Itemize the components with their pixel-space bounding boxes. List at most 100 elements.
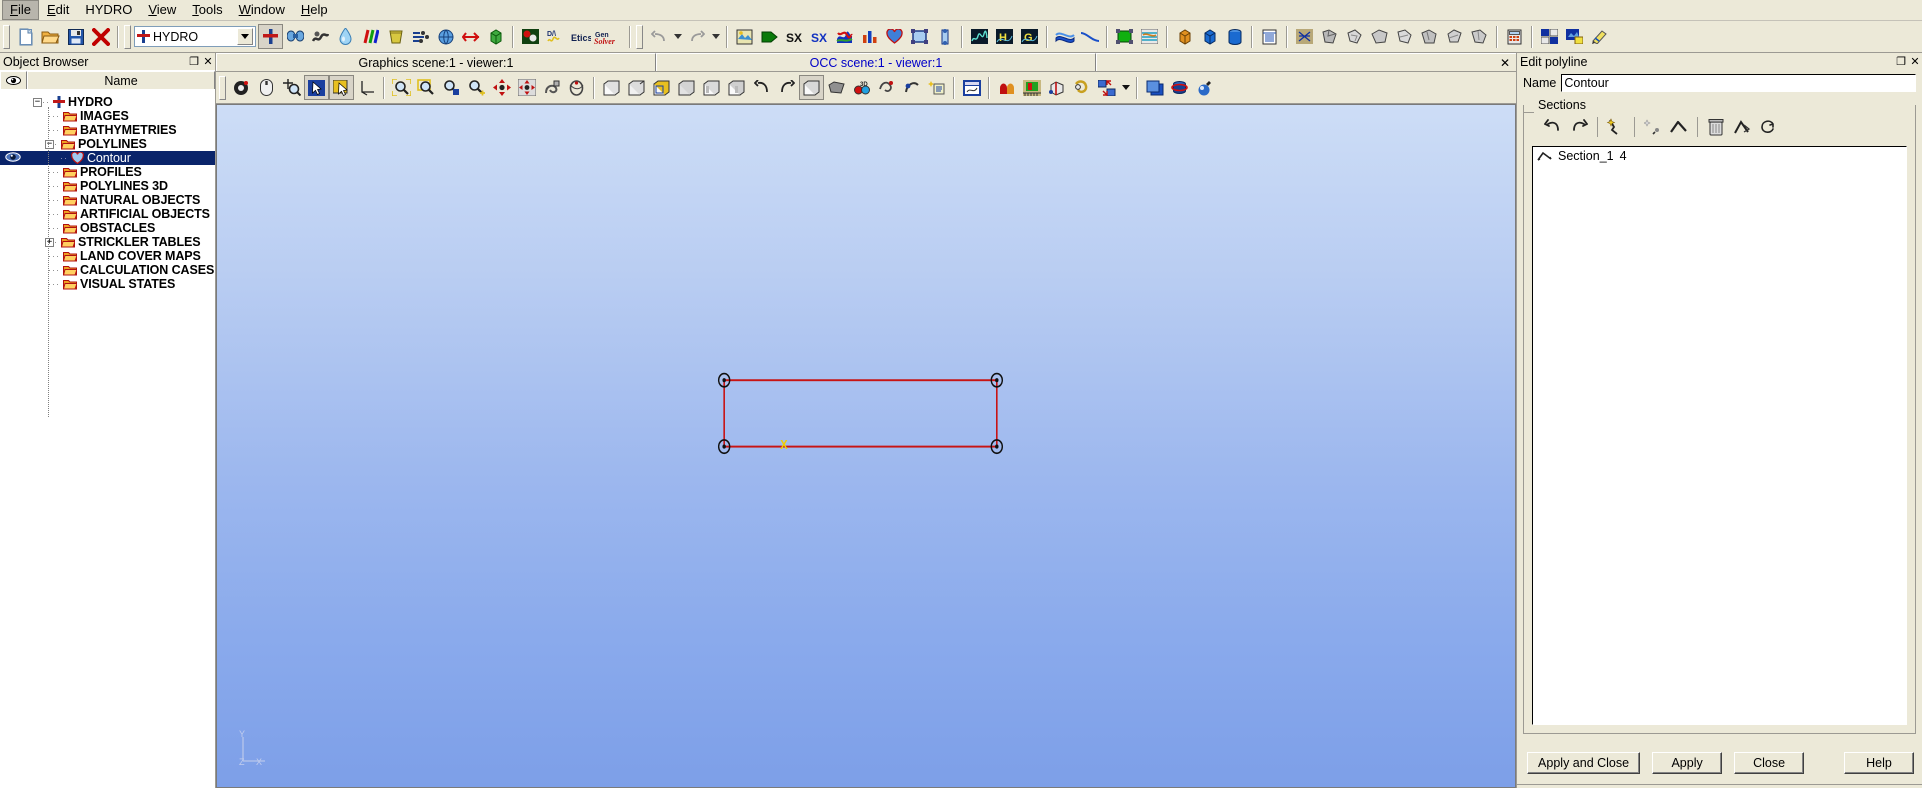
- fit-all-button[interactable]: [389, 75, 414, 100]
- close-icon[interactable]: ✕: [1908, 55, 1922, 69]
- tree-item-obstacles[interactable]: ··· OBSTACLES: [0, 221, 215, 235]
- import-image-button[interactable]: [283, 24, 308, 49]
- shape-2-button[interactable]: [1342, 24, 1367, 49]
- close-view-icon[interactable]: ✕: [1500, 56, 1510, 70]
- import-dam-button[interactable]: D/\: [543, 24, 568, 49]
- rotation-axis-button[interactable]: [1069, 75, 1094, 100]
- interpolate-g-button[interactable]: G: [1017, 24, 1042, 49]
- sections-list[interactable]: Section_1 4: [1532, 146, 1907, 725]
- interpolate-h-button[interactable]: H: [992, 24, 1017, 49]
- pan-button[interactable]: [489, 75, 514, 100]
- occ-viewport[interactable]: X Y Z X: [216, 104, 1516, 788]
- profile-button[interactable]: [932, 24, 957, 49]
- menu-file[interactable]: File: [2, 0, 39, 20]
- back-view-button[interactable]: [624, 75, 649, 100]
- orientation-button[interactable]: [1167, 75, 1192, 100]
- shape-4-button[interactable]: [1392, 24, 1417, 49]
- green-rect-button[interactable]: [1112, 24, 1137, 49]
- redo-section-button[interactable]: [1566, 115, 1592, 139]
- fit-target-button[interactable]: [279, 75, 304, 100]
- expander-hydro[interactable]: −: [33, 98, 42, 107]
- create-rectangle-button[interactable]: [907, 24, 932, 49]
- strickler-table-button[interactable]: [857, 24, 882, 49]
- tree-item-polylines-3d[interactable]: ··· POLYLINES 3D: [0, 179, 215, 193]
- expander-polylines[interactable]: −: [45, 140, 54, 149]
- fit-area-button[interactable]: [414, 75, 439, 100]
- edit-toolbar-grip[interactable]: [636, 25, 643, 49]
- menu-hydro[interactable]: HYDRO: [77, 0, 140, 20]
- right-view-button[interactable]: [724, 75, 749, 100]
- dump-view-button[interactable]: [229, 75, 254, 100]
- tree-item-strickler-tables[interactable]: + · STRICKLER TABLES: [0, 235, 215, 249]
- toolbar-grip[interactable]: [3, 25, 10, 49]
- export-sx-button[interactable]: SX: [782, 24, 807, 49]
- tree-item-land-cover-maps[interactable]: ··· LAND COVER MAPS: [0, 249, 215, 263]
- tree-item-bathymetries[interactable]: ··· BATHYMETRIES: [0, 123, 215, 137]
- tree-item-artificial-objects[interactable]: ··· ARTIFICIAL OBJECTS: [0, 207, 215, 221]
- rotation-point-button[interactable]: [539, 75, 564, 100]
- zoom-plus-button[interactable]: [464, 75, 489, 100]
- shading-button[interactable]: [824, 75, 849, 100]
- remove-section-button[interactable]: [1703, 115, 1729, 139]
- tree-item-contour[interactable]: ·· Contour: [0, 151, 215, 165]
- recording-button[interactable]: [1142, 75, 1167, 100]
- export-green-button[interactable]: [757, 24, 782, 49]
- stereo-button[interactable]: 3D: [849, 75, 874, 100]
- style-button[interactable]: [899, 75, 924, 100]
- help-button[interactable]: Help: [1844, 752, 1914, 774]
- graduated-axes-button[interactable]: [959, 75, 984, 100]
- save-document-button[interactable]: [63, 24, 88, 49]
- menu-tools[interactable]: Tools: [184, 0, 230, 20]
- polyline-heart-button[interactable]: [882, 24, 907, 49]
- create-immersible-zone-button[interactable]: [333, 24, 358, 49]
- gen-solver-button[interactable]: GenSolver: [593, 24, 625, 49]
- mouse-style-button[interactable]: [254, 75, 279, 100]
- shrink-button[interactable]: [874, 75, 899, 100]
- top-view-button[interactable]: [649, 75, 674, 100]
- chevron-down-icon[interactable]: [237, 28, 253, 45]
- zone-colors-button[interactable]: [1137, 24, 1162, 49]
- scale-button[interactable]: [1019, 75, 1044, 100]
- create-stream-button[interactable]: [358, 24, 383, 49]
- reset-view-button[interactable]: [799, 75, 824, 100]
- create-digue-button[interactable]: [408, 24, 433, 49]
- global-pan-button[interactable]: [514, 75, 539, 100]
- join-sections-button[interactable]: [1666, 115, 1692, 139]
- undo-dropdown[interactable]: [671, 24, 684, 49]
- zoom-button[interactable]: [439, 75, 464, 100]
- menu-view[interactable]: View: [140, 0, 184, 20]
- menu-edit[interactable]: Edit: [39, 0, 77, 20]
- menu-window[interactable]: Window: [231, 0, 293, 20]
- clipping-button[interactable]: [1044, 75, 1069, 100]
- import-geom-button[interactable]: [518, 24, 543, 49]
- close-section-button[interactable]: [1755, 115, 1781, 139]
- module-combo[interactable]: HYDRO: [134, 26, 256, 47]
- module-toolbar-grip[interactable]: [124, 25, 131, 49]
- visibility-column-header[interactable]: [0, 71, 27, 90]
- export-sx-blue-button[interactable]: SX: [807, 24, 832, 49]
- undock-icon[interactable]: ❐: [1894, 55, 1908, 69]
- calculator-button[interactable]: [1502, 24, 1527, 49]
- bottom-view-button[interactable]: [674, 75, 699, 100]
- blue-box-button[interactable]: [1197, 24, 1222, 49]
- tree-item-calculation-cases[interactable]: ··· CALCULATION CASES: [0, 263, 215, 277]
- close-button[interactable]: Close: [1734, 752, 1804, 774]
- clockwise-button[interactable]: [774, 75, 799, 100]
- tree-item-natural-objects[interactable]: ··· NATURAL OBJECTS: [0, 193, 215, 207]
- cylinder-button[interactable]: [1222, 24, 1247, 49]
- tree-item-profiles[interactable]: ··· PROFILES: [0, 165, 215, 179]
- ray-tracing-button[interactable]: [1192, 75, 1217, 100]
- tree-item-visual-states[interactable]: ··· VISUAL STATES: [0, 277, 215, 291]
- trihedron-button[interactable]: [354, 75, 379, 100]
- tree-item-hydro[interactable]: − ·· HYDRO: [0, 95, 215, 109]
- create-box-button[interactable]: [483, 24, 508, 49]
- shape-5-button[interactable]: [1417, 24, 1442, 49]
- land-cover-map-button[interactable]: [832, 24, 857, 49]
- expander-strickler[interactable]: +: [45, 238, 54, 247]
- curve-button[interactable]: [1077, 24, 1102, 49]
- split-section-button[interactable]: [1729, 115, 1755, 139]
- stream-3d-button[interactable]: [1052, 24, 1077, 49]
- rotate-button[interactable]: [564, 75, 589, 100]
- sync-views-dropdown[interactable]: [1119, 75, 1132, 100]
- eye-icon[interactable]: [5, 152, 21, 162]
